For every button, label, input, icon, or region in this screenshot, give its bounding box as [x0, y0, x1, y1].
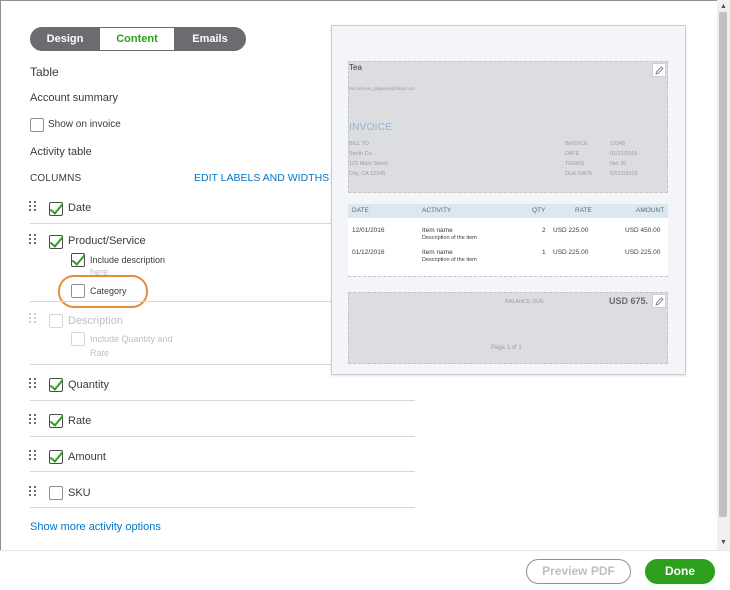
preview-row-date: 12/01/2016	[352, 227, 385, 234]
drag-handle-icon[interactable]	[29, 450, 39, 462]
preview-invoice-title: INVOICE	[349, 122, 393, 133]
preview-page-label: Page 1 of 1	[491, 345, 522, 351]
preview-meta-label: DUE DATE	[565, 171, 593, 177]
drag-handle-icon	[29, 313, 39, 325]
preview-row-qty: 1	[542, 249, 546, 256]
preview-pdf-button[interactable]: Preview PDF	[526, 559, 631, 584]
preview-row-amount: USD 450.00	[625, 227, 661, 234]
amount-column-label: Amount	[68, 451, 106, 463]
show-more-activity-link[interactable]: Show more activity options	[30, 521, 161, 533]
preview-balance-label: BALANCE DUE	[505, 299, 544, 305]
category-label: Category	[90, 286, 127, 296]
date-column-label: Date	[68, 202, 92, 214]
preview-row-item: Item name	[422, 249, 453, 256]
preview-meta-label: TERMS	[565, 161, 585, 167]
preview-bill-to: BILL TO	[349, 141, 370, 147]
preview-row-rate: USD 225.00	[553, 249, 589, 256]
divider	[30, 507, 415, 508]
preview-meta-value: 01/12/2016	[610, 151, 638, 157]
edit-pencil-icon[interactable]	[652, 63, 666, 77]
preview-meta-label: DATE	[565, 151, 580, 157]
preview-row-desc: Description of the item	[422, 235, 477, 241]
show-on-invoice-checkbox[interactable]	[30, 118, 44, 132]
edit-labels-link[interactable]: EDIT LABELS AND WIDTHS	[194, 172, 329, 184]
drag-handle-icon[interactable]	[29, 234, 39, 246]
preview-meta-value: 02/12/2016	[610, 171, 638, 177]
invoice-preview: Tea recruitment_qbgeeky@intuit.com INVOI…	[331, 25, 686, 375]
columns-label: COLUMNS	[30, 173, 82, 184]
preview-row-rate: USD 225.00	[553, 227, 589, 234]
category-checkbox[interactable]	[71, 284, 85, 298]
preview-bill-line: 123 Main Street	[349, 161, 388, 167]
preview-footer-block[interactable]: BALANCE DUE USD 675. Page 1 of 1	[348, 292, 668, 364]
sku-column-label: SKU	[68, 487, 91, 499]
include-qty-rate-label: Include Quantity and	[90, 334, 173, 344]
table-section-title: Table	[30, 65, 59, 79]
product-service-checkbox[interactable]	[49, 235, 63, 249]
description-checkbox	[49, 314, 63, 328]
preview-meta-label: INVOICE	[565, 141, 588, 147]
preview-bill-line: City, CA 12345	[349, 171, 386, 177]
include-description-label: Include description	[90, 255, 166, 265]
preview-meta-value: Net 30	[610, 161, 627, 167]
quantity-checkbox[interactable]	[49, 378, 63, 392]
include-qty-rate-checkbox	[71, 332, 85, 346]
edit-pencil-icon[interactable]	[652, 294, 666, 308]
drag-handle-icon[interactable]	[29, 486, 39, 498]
product-service-column-label: Product/Service	[68, 235, 146, 247]
tab-design[interactable]: Design	[30, 27, 100, 51]
rate-column-label: Rate	[68, 415, 92, 427]
date-checkbox[interactable]	[49, 202, 63, 216]
quantity-column-label: Quantity	[68, 379, 109, 391]
tab-bar: Design Content Emails	[30, 27, 246, 51]
preview-row-desc: Description of the item	[422, 257, 477, 263]
preview-th-date: DATE	[352, 207, 369, 214]
rate-checkbox[interactable]	[49, 414, 63, 428]
preview-balance-value: USD 675.	[609, 296, 649, 306]
account-summary-label: Account summary	[30, 92, 119, 104]
divider	[30, 400, 415, 401]
drag-handle-icon[interactable]	[29, 201, 39, 213]
divider	[30, 436, 415, 437]
preview-activity-table[interactable]: DATE ACTIVITY QTY RATE AMOUNT 12/01/2016…	[348, 204, 668, 276]
divider	[30, 471, 415, 472]
include-qty-rate-label-cont: Rate	[90, 348, 110, 358]
preview-meta-value: 12345	[610, 141, 626, 147]
preview-bill-line: Smith Co.	[349, 151, 374, 157]
show-on-invoice-label: Show on invoice	[48, 119, 121, 130]
preview-th-rate: RATE	[575, 207, 592, 214]
scrollbar-thumb[interactable]	[719, 12, 727, 517]
amount-checkbox[interactable]	[49, 450, 63, 464]
preview-row-qty: 2	[542, 227, 546, 234]
tab-emails[interactable]: Emails	[174, 27, 246, 51]
preview-th-amount: AMOUNT	[636, 207, 665, 214]
drag-handle-icon[interactable]	[29, 378, 39, 390]
include-description-checkbox[interactable]	[71, 253, 85, 267]
tab-content[interactable]: Content	[100, 27, 174, 51]
preview-table-header	[348, 204, 668, 218]
preview-email: recruitment_qbgeeky@intuit.com	[349, 86, 415, 91]
preview-th-qty: QTY	[532, 207, 546, 214]
drag-handle-icon[interactable]	[29, 414, 39, 426]
description-column-label: Description	[68, 315, 124, 327]
preview-row-date: 01/12/2016	[352, 249, 385, 256]
done-button[interactable]: Done	[645, 559, 715, 584]
scroll-up-icon[interactable]: ▲	[719, 2, 728, 11]
activity-table-label: Activity table	[30, 146, 92, 158]
scroll-down-icon[interactable]: ▼	[719, 538, 728, 547]
preview-header-block[interactable]: Tea recruitment_qbgeeky@intuit.com INVOI…	[348, 61, 668, 193]
sku-checkbox[interactable]	[49, 486, 63, 500]
preview-row-item: Item name	[422, 227, 453, 234]
preview-th-activity: ACTIVITY	[422, 207, 452, 214]
preview-divider	[348, 276, 668, 277]
preview-row-amount: USD 225.00	[625, 249, 661, 256]
preview-company: Tea	[349, 63, 362, 72]
